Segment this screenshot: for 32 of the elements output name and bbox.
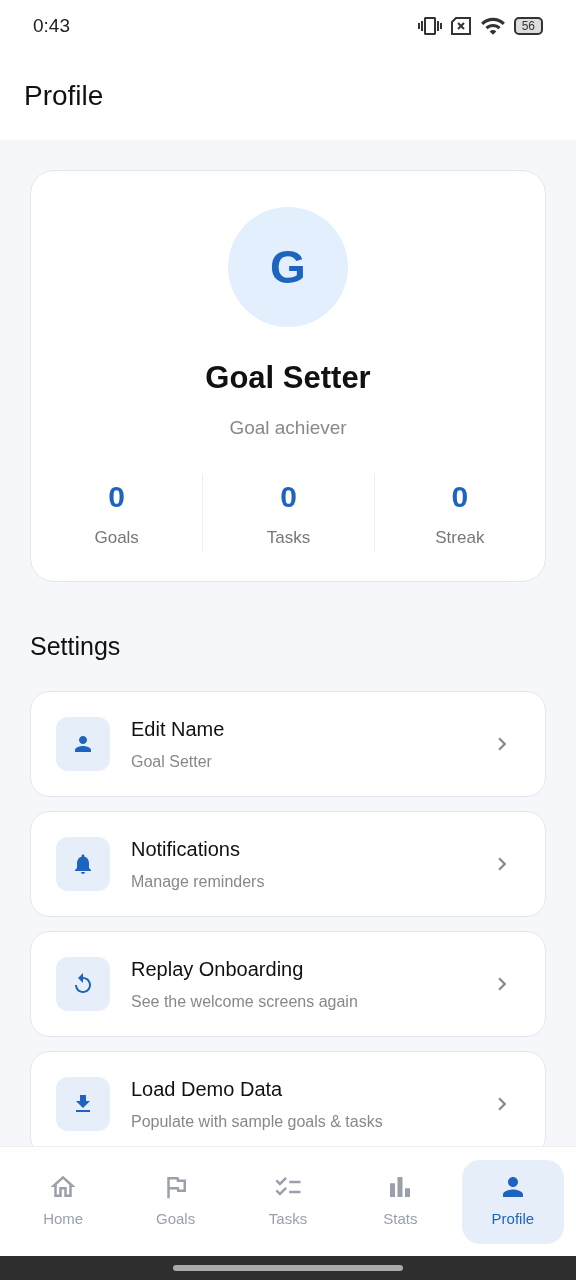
nav-tab[interactable]: Home [12, 1159, 115, 1244]
avatar: G [228, 207, 348, 327]
item-subtitle: Manage reminders [131, 872, 266, 892]
stat-value: 0 [108, 479, 125, 515]
item-subtitle: See the welcome screens again [131, 992, 359, 1012]
stat-label: Goals [94, 527, 139, 549]
user-subtitle: Goal achiever [229, 415, 347, 440]
stat-value: 0 [280, 479, 297, 515]
page-title: Profile [24, 79, 104, 113]
item-subtitle: Goal Setter [131, 752, 213, 772]
settings-item[interactable]: Load Demo Data Populate with sample goals & tasks [30, 1051, 546, 1146]
item-title: Replay Onboarding [131, 957, 305, 982]
nav-tab[interactable]: Goals [124, 1159, 227, 1244]
status-time: 0:43 [33, 13, 70, 38]
nav-tab[interactable]: Tasks [236, 1159, 340, 1244]
stat-label: Streak [435, 527, 485, 549]
nav-tab[interactable]: Stats [349, 1159, 452, 1244]
user-name: Goal Setter [205, 359, 371, 397]
settings-item[interactable]: Replay Onboarding See the welcome screens again [30, 931, 546, 1037]
sim-off-icon [449, 17, 472, 35]
nav-tab[interactable]: Profile [461, 1159, 565, 1244]
settings-item[interactable]: Notifications Manage reminders [30, 811, 546, 917]
item-title: Notifications [131, 837, 241, 862]
item-subtitle: Populate with sample goals & tasks [131, 1112, 384, 1132]
item-title: Load Demo Data [131, 1077, 284, 1102]
section-title: Settings [30, 631, 121, 660]
battery-level: 56 [513, 17, 543, 35]
stat-value: 0 [451, 479, 469, 515]
home-indicator[interactable] [173, 1265, 403, 1271]
item-title: Edit Name [131, 717, 226, 742]
stat-label: Tasks [266, 527, 311, 549]
settings-item[interactable]: Edit Name Goal Setter [30, 691, 546, 797]
